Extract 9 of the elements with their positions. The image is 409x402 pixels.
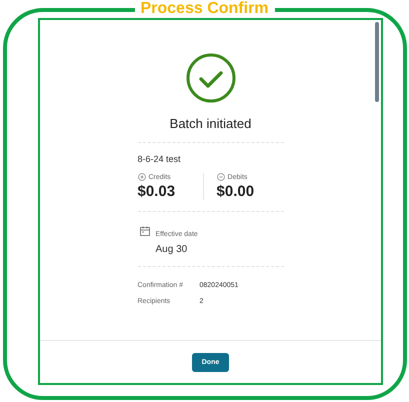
total-amount: $0.03	[138, 183, 176, 200]
status-title: Batch initiated	[170, 116, 252, 131]
minus-circle-icon	[216, 173, 225, 181]
check-circle-icon	[184, 52, 236, 104]
date-value: Aug 30	[156, 244, 188, 255]
total-amount: $0.00	[216, 183, 256, 200]
batch-name: 8-6-24 test	[138, 154, 182, 164]
calendar-icon	[140, 226, 150, 236]
plus-circle-icon	[138, 173, 146, 181]
